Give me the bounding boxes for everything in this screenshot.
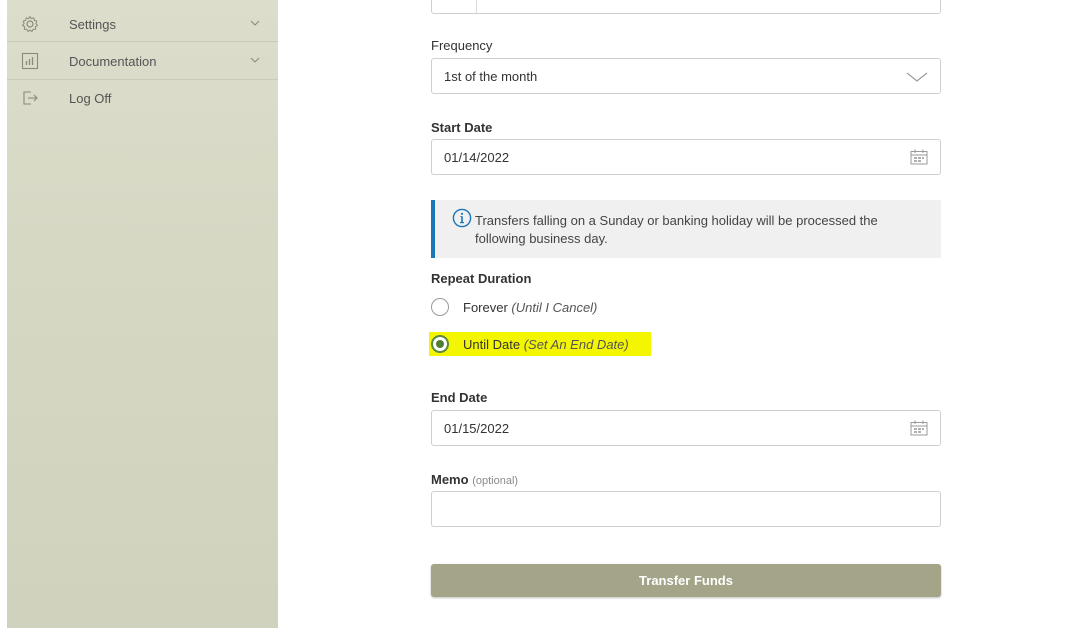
gear-icon xyxy=(21,15,39,33)
sidebar-divider xyxy=(7,41,278,42)
radio-label-text: Until Date xyxy=(463,337,521,352)
frequency-value: 1st of the month xyxy=(444,69,538,84)
amount-field[interactable] xyxy=(431,0,941,14)
start-date-label: Start Date xyxy=(431,120,493,135)
sidebar-item-settings[interactable]: Settings xyxy=(7,6,278,42)
sidebar-item-label: Documentation xyxy=(69,53,157,69)
repeat-duration-label: Repeat Duration xyxy=(431,271,532,286)
info-notice: Transfers falling on a Sunday or banking… xyxy=(431,200,941,258)
chevron-down-icon xyxy=(250,57,260,63)
calendar-icon[interactable] xyxy=(910,420,928,436)
start-date-field[interactable]: 01/14/2022 xyxy=(431,139,941,175)
memo-label: Memo (optional) xyxy=(431,472,518,487)
info-icon xyxy=(452,208,472,228)
transfer-funds-button[interactable]: Transfer Funds xyxy=(431,564,941,597)
radio-label-hint: (Set An End Date) xyxy=(523,337,629,352)
chevron-down-icon xyxy=(250,20,260,26)
chevron-down-icon xyxy=(906,72,928,82)
end-date-field[interactable]: 01/15/2022 xyxy=(431,410,941,446)
sidebar-item-label: Settings xyxy=(69,16,116,32)
bar-chart-icon xyxy=(21,52,39,70)
log-off-icon xyxy=(23,91,38,105)
radio-button[interactable] xyxy=(431,298,449,316)
frequency-label: Frequency xyxy=(431,38,493,53)
field-divider xyxy=(476,0,477,13)
memo-field[interactable] xyxy=(431,491,941,527)
radio-label-text: Forever xyxy=(463,300,508,315)
end-date-label: End Date xyxy=(431,390,488,405)
radio-until-date[interactable]: Until Date (Set An End Date) xyxy=(431,334,691,356)
radio-forever[interactable]: Forever (Until I Cancel) xyxy=(431,297,691,319)
notice-text: Transfers falling on a Sunday or banking… xyxy=(475,213,878,246)
start-date-value: 01/14/2022 xyxy=(444,150,510,165)
memo-label-text: Memo xyxy=(431,472,469,487)
memo-optional-text: (optional) xyxy=(472,475,519,487)
radio-label: Forever (Until I Cancel) xyxy=(463,300,597,315)
end-date-value: 01/15/2022 xyxy=(444,421,510,436)
sidebar: Settings Documentation Log Off xyxy=(7,0,278,628)
sidebar-item-documentation[interactable]: Documentation xyxy=(7,43,278,79)
sidebar-item-log-off[interactable]: Log Off xyxy=(7,80,278,116)
radio-label: Until Date (Set An End Date) xyxy=(463,337,629,352)
radio-label-hint: (Until I Cancel) xyxy=(511,300,598,315)
calendar-icon[interactable] xyxy=(910,149,928,165)
sidebar-item-label: Log Off xyxy=(69,90,112,106)
frequency-select[interactable]: 1st of the month xyxy=(431,58,941,94)
radio-button-selected[interactable] xyxy=(431,335,449,353)
